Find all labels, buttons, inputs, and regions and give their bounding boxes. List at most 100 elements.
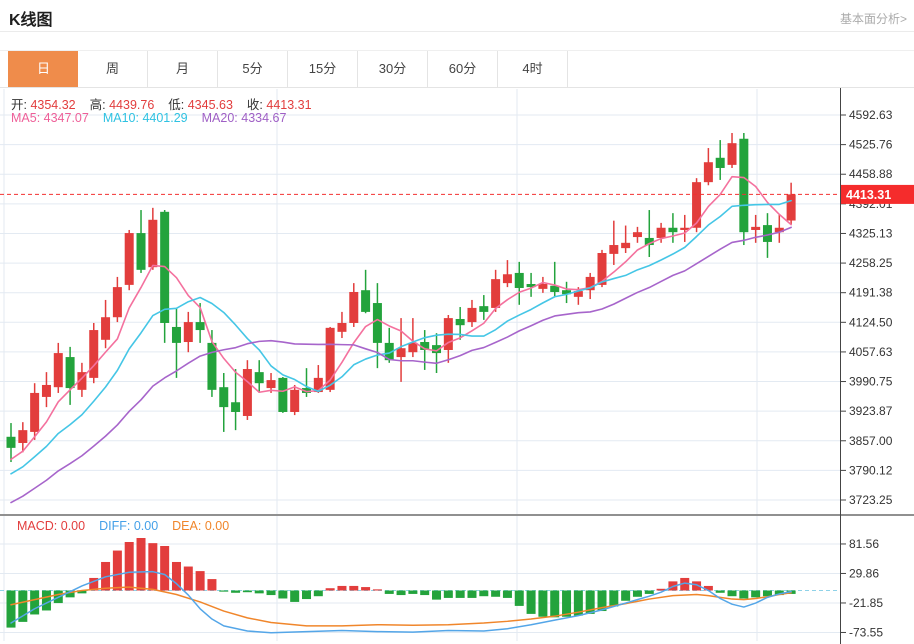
candle-body [361,290,371,312]
ma-legend: MA5: 4347.07 MA10: 4401.29 MA20: 4334.67 [11,111,300,125]
candle-body [195,322,205,331]
main-axis-label: 4258.25 [849,256,893,270]
tab-周[interactable]: 周 [78,51,148,87]
candle-body [6,436,16,448]
tab-15分[interactable]: 15分 [288,51,358,87]
candle-body [502,274,512,284]
candle-body [101,317,111,340]
candle-body [242,369,252,416]
macd-bar [467,590,477,598]
tab-5分[interactable]: 5分 [218,51,288,87]
main-axis-label: 3990.75 [849,375,893,389]
main-axis-label: 4124.50 [849,315,893,329]
ohlc-item-3: 收: 4413.31 [246,98,312,112]
tab-60分[interactable]: 60分 [428,51,498,87]
fundamental-analysis-link[interactable]: 基本面分析> [840,10,907,27]
candle-body [231,402,241,412]
macd-bar [715,590,725,593]
macd-bar [443,590,453,598]
candle-body [148,219,158,268]
tab-30分[interactable]: 30分 [358,51,428,87]
candle-body [171,326,181,343]
candle-body [656,227,666,238]
main-axis-label: 4525.76 [849,138,893,152]
candle-body [337,322,347,332]
candle-body [668,227,678,233]
candle-body [396,348,406,358]
current-price-badge-label: 4413.31 [846,188,891,202]
candle-body [467,307,477,323]
main-axis-label: 3923.87 [849,404,893,418]
macd-bar [219,590,229,592]
candle-body [479,306,489,312]
macd-bar [337,585,347,591]
kline-page: { "header": { "title": "K线图", "link": "基… [0,0,914,644]
macd-bar [6,590,16,628]
candle-body [491,279,501,308]
main-axis-label: 3723.25 [849,493,893,507]
candle-body [715,157,725,168]
candle-body [124,233,134,285]
candle-body [514,272,524,288]
macd-bar [432,590,442,600]
ohlc-item-2: 低: 4345.63 [168,98,233,112]
ma-item-0: MA5: 4347.07 [11,111,89,125]
macd-bar [644,590,654,594]
candle-body [739,138,749,233]
ma5-line [10,175,792,461]
ma-item-2: MA20: 4334.67 [201,111,287,125]
macd-bar [514,590,524,606]
macd-axis-label: 29.86 [849,566,879,580]
macd-bar [751,590,761,598]
macd-bar [632,590,642,597]
candle-body [751,226,761,230]
macd-bar [491,590,501,597]
candle-body [278,377,288,412]
macd-bar [739,590,749,599]
macd-bar [195,571,205,591]
tab-月[interactable]: 月 [148,51,218,87]
macd-axis-label: -21.85 [849,596,883,610]
macd-bar [124,541,134,591]
candle-body [219,387,229,408]
page-title: K线图 [9,12,53,29]
macd-bar [325,588,335,591]
macd-bar [408,590,418,594]
candle-body [609,245,619,254]
macd-bar [562,590,572,617]
macd-bar [183,566,193,591]
macd-bar [112,550,122,591]
candle-body [41,384,51,397]
macd-bar [372,589,382,591]
macd-bar [420,590,430,596]
ma-item-1: MA10: 4401.29 [102,111,188,125]
macd-bar [207,579,217,591]
macd-axis-label: 81.56 [849,537,879,551]
macd-bar [526,590,536,614]
macd-item-0: MACD: 0.00 [17,519,86,533]
main-axis-label: 4592.63 [849,108,893,122]
macd-bar [361,587,371,591]
candle-body [112,287,122,318]
main-axis-label: 4191.38 [849,286,893,300]
macd-bar [396,590,406,596]
candle-body [408,342,418,353]
candle-body [290,389,300,412]
candle-body [692,182,702,228]
macd-bar [266,590,276,596]
candle-body [703,162,713,183]
macd-bar [313,590,323,597]
macd-bar [479,590,489,597]
macd-bar [231,590,241,593]
macd-bar [727,590,737,597]
macd-item-2: DEA: 0.00 [172,519,230,533]
macd-bar [290,590,300,602]
tab-4时[interactable]: 4时 [498,51,568,87]
candle-body [597,253,607,285]
candle-body [89,330,99,378]
macd-bar [242,590,252,593]
main-axis-label: 4458.88 [849,167,893,181]
candle-body [266,380,276,389]
candle-body [349,291,359,323]
tab-日[interactable]: 日 [8,51,79,87]
